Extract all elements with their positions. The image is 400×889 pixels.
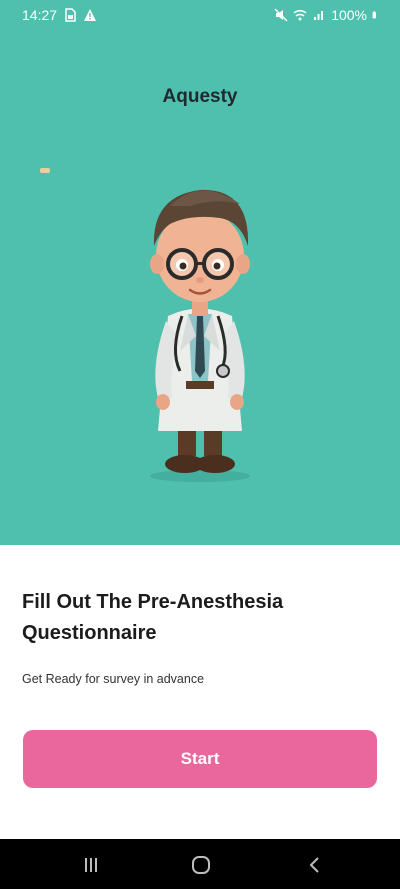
home-button[interactable]	[190, 854, 212, 876]
app-title: Aquesty	[162, 86, 238, 107]
wifi-icon	[293, 9, 307, 21]
status-bar: 14:27 100%	[0, 0, 400, 30]
back-icon	[309, 857, 319, 873]
decorative-speck	[40, 168, 50, 173]
back-button[interactable]	[304, 854, 326, 876]
page-subtitle: Get Ready for survey in advance	[22, 672, 205, 686]
warning-icon	[84, 9, 97, 21]
signal-icon	[314, 11, 324, 20]
content-panel: Fill Out The Pre-Anesthesia Questionnair…	[0, 545, 400, 839]
page-headline: Fill Out The Pre-Anesthesia Questionnair…	[22, 591, 284, 644]
status-time: 14:27	[22, 7, 58, 23]
sim-card-icon	[65, 8, 76, 22]
recent-apps-button[interactable]	[80, 854, 102, 876]
system-nav-bar	[0, 839, 400, 889]
recent-apps-icon	[85, 858, 97, 872]
mute-icon	[274, 8, 288, 22]
battery-icon	[372, 11, 376, 19]
battery-percent: 100%	[331, 7, 367, 23]
start-button[interactable]: Start	[23, 730, 377, 788]
doctor-illustration	[150, 189, 250, 482]
home-icon	[192, 856, 210, 874]
